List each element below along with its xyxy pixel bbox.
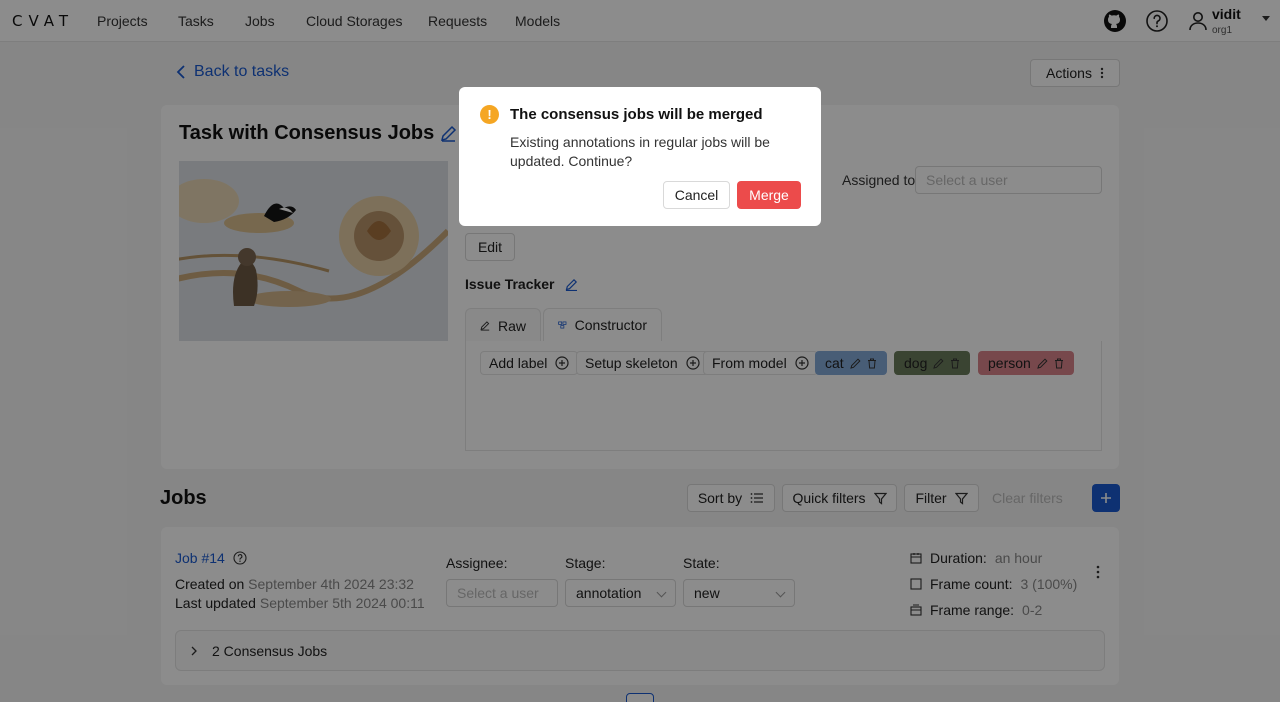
modal-title: The consensus jobs will be merged <box>510 106 763 123</box>
cancel-label: Cancel <box>674 187 719 203</box>
merge-button[interactable]: Merge <box>737 181 801 209</box>
warning-icon: ! <box>480 105 499 124</box>
cancel-button[interactable]: Cancel <box>663 181 730 209</box>
merge-label: Merge <box>749 187 789 203</box>
modal-body: Existing annotations in regular jobs wil… <box>510 134 770 169</box>
